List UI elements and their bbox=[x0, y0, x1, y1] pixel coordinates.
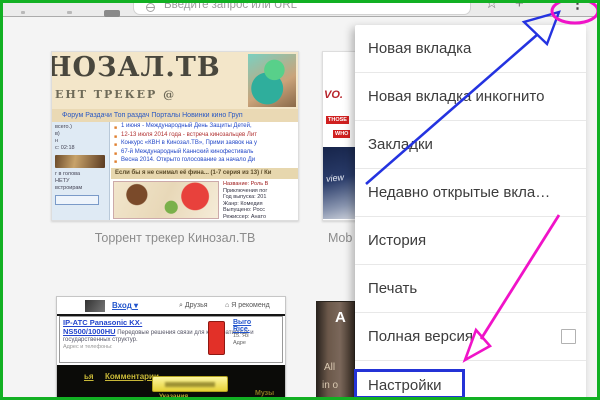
toolbar-stub-icon bbox=[21, 11, 25, 14]
music-link: Музы bbox=[255, 390, 274, 397]
bookmark-star-icon[interactable]: ☆ bbox=[485, 3, 501, 16]
sidebar-line: г в голова bbox=[55, 171, 106, 178]
news-line: ■67-й Международный Каннский кинофестива… bbox=[111, 148, 298, 157]
menu-item-label: Закладки bbox=[368, 136, 433, 153]
menu-item-print[interactable]: Печать bbox=[355, 265, 586, 313]
kinozal-navbar: Форум Раздачи Топ раздач Порталы Новинки… bbox=[52, 109, 298, 122]
browser-menu: Новая вкладка Новая вкладка инкогнито За… bbox=[355, 25, 586, 400]
meta-line: Год выпуска: 201 bbox=[223, 194, 297, 201]
friends-link: ⌕ Друзья bbox=[179, 302, 208, 310]
menu-item-bookmarks[interactable]: Закладки bbox=[355, 121, 586, 169]
address-bar[interactable]: Введите запрос или URL bbox=[133, 0, 471, 15]
speed-dial-tile-dark[interactable]: A All in o bbox=[316, 301, 355, 400]
kinozal-header-photo bbox=[248, 54, 296, 107]
recommend-link: ⌂ Я рекоменд bbox=[225, 302, 270, 309]
settings-highlight-box bbox=[354, 369, 465, 399]
menu-dots-icon[interactable]: ⋮ bbox=[570, 3, 582, 16]
home-icon: ⌂ bbox=[225, 302, 229, 309]
menu-item-label: Печать bbox=[368, 280, 417, 297]
sidebar-banner bbox=[55, 155, 105, 168]
phone-image bbox=[208, 321, 225, 355]
tile-caption-kinozal: Торрент трекер Кинозал.ТВ bbox=[51, 231, 299, 245]
mobile-badge: WHO bbox=[333, 130, 350, 138]
address-placeholder: Введите запрос или URL bbox=[164, 0, 297, 11]
music-link: Указания bbox=[159, 393, 188, 400]
feature-title: Если бы я не снимал её фина... (1-7 сери… bbox=[111, 168, 298, 179]
mobile-brand: VO. bbox=[324, 89, 343, 101]
menu-item-new-tab[interactable]: Новая вкладка bbox=[355, 25, 586, 73]
news-line: ■12-13 июля 2014 года - встреча кинозаль… bbox=[111, 131, 298, 140]
menu-item-desktop-version[interactable]: Полная версия bbox=[355, 313, 586, 361]
caret-icon: ▾ bbox=[134, 301, 138, 310]
kinozal-news: ■1 июня - Международный День Защиты Дете… bbox=[111, 122, 298, 220]
ad-right-link: Выго bbox=[233, 319, 279, 326]
mobile-photo: view bbox=[323, 147, 356, 219]
speed-dial-tile-kinozal[interactable]: НОЗАЛ.ТВ ЕНТ ТРЕКЕР @ Форум Раздачи Топ … bbox=[51, 51, 299, 221]
menu-item-recent-tabs[interactable]: Недавно открытые вкла… bbox=[355, 169, 586, 217]
comments-link: Комментарии bbox=[105, 372, 159, 381]
news-line: ■Весна 2014. Открыто голосование за нача… bbox=[111, 156, 298, 165]
movie-poster bbox=[113, 181, 219, 219]
mobile-badge: THOSE bbox=[326, 116, 349, 124]
menu-item-label: История bbox=[368, 232, 426, 249]
music-link: ья bbox=[84, 372, 94, 381]
music-topbar: Вход ▾ ⌕ Друзья ⌂ Я рекоменд bbox=[57, 297, 285, 314]
kinozal-header: НОЗАЛ.ТВ ЕНТ ТРЕКЕР @ bbox=[52, 52, 298, 109]
ad-right-text: 15. Яз bbox=[233, 333, 279, 340]
dark-tile-text: All bbox=[324, 362, 335, 373]
meta-line: Жанр: Комедия bbox=[223, 201, 297, 208]
meta-line: Название: Роль В bbox=[223, 181, 297, 188]
menu-item-label: Недавно открытые вкла… bbox=[368, 184, 550, 201]
music-button bbox=[152, 376, 228, 392]
menu-item-label: Новая вкладка bbox=[368, 40, 471, 57]
ad-right-link: Rice. bbox=[233, 326, 279, 333]
login-link: Вход ▾ bbox=[112, 301, 138, 310]
bullet-icon: ■ bbox=[114, 158, 117, 167]
meta-line: Выпущено: Росс bbox=[223, 207, 297, 214]
menu-item-label: Полная версия bbox=[368, 328, 473, 345]
globe-icon bbox=[146, 3, 155, 12]
search-icon: ⌕ bbox=[179, 302, 183, 309]
kinozal-sidebar: всего.) в) н с: 02:18 г в голова НЕТУ вс… bbox=[52, 122, 110, 220]
sidebar-line: с: 02:18 bbox=[55, 145, 106, 152]
checkbox[interactable] bbox=[561, 329, 576, 344]
browser-window: Введите запрос или URL ☆ + ⋮ НОЗАЛ.ТВ ЕН… bbox=[0, 0, 600, 400]
news-line: ■1 июня - Международный День Защиты Дете… bbox=[111, 122, 298, 131]
sidebar-line: н bbox=[55, 138, 106, 145]
kinozal-logo: НОЗАЛ.ТВ bbox=[52, 52, 221, 83]
sidebar-line: всего.) bbox=[55, 124, 106, 131]
menu-item-history[interactable]: История bbox=[355, 217, 586, 265]
tile-caption-mobile: Mob bbox=[328, 231, 355, 245]
menu-item-label: Новая вкладка инкогнито bbox=[368, 88, 544, 105]
toolbar-stub-icon bbox=[67, 11, 72, 14]
mobile-view-label: view bbox=[326, 172, 345, 184]
meta-line: Приключения пог bbox=[223, 188, 297, 195]
sidebar-line: встроирам bbox=[55, 185, 106, 192]
sidebar-line: НЕТУ bbox=[55, 178, 106, 185]
speed-dial-tile-music[interactable]: Вход ▾ ⌕ Друзья ⌂ Я рекоменд IP-АТС Pana… bbox=[56, 296, 286, 400]
movie-meta: Название: Роль В Приключения пог Год вып… bbox=[223, 181, 297, 221]
menu-item-new-incognito-tab[interactable]: Новая вкладка инкогнито bbox=[355, 73, 586, 121]
browser-toolbar: Введите запрос или URL ☆ + ⋮ bbox=[3, 3, 597, 17]
dark-tile-text: in o bbox=[322, 380, 338, 391]
meta-line: Режиссер: Анато bbox=[223, 214, 297, 221]
ad-banner: IP-АТС Panasonic KX-NS500/1000HU Передов… bbox=[59, 316, 283, 363]
sidebar-box bbox=[55, 195, 99, 205]
home-icon[interactable] bbox=[104, 10, 120, 17]
add-icon[interactable]: + bbox=[515, 3, 527, 16]
music-content: ья Комментарии Указания Музы bbox=[57, 365, 285, 400]
ad-right-text: Адре bbox=[233, 340, 279, 347]
avatar bbox=[85, 300, 105, 312]
sidebar-line: в) bbox=[55, 131, 106, 138]
ad-right-column: Выго Rice. 15. Яз Адре bbox=[233, 319, 279, 347]
news-line: ■Конкурс «КВН в Кинозал.ТВ», Прими заяво… bbox=[111, 139, 298, 148]
kinozal-tagline: ЕНТ ТРЕКЕР @ bbox=[55, 88, 176, 101]
dark-tile-letter: A bbox=[335, 309, 346, 326]
